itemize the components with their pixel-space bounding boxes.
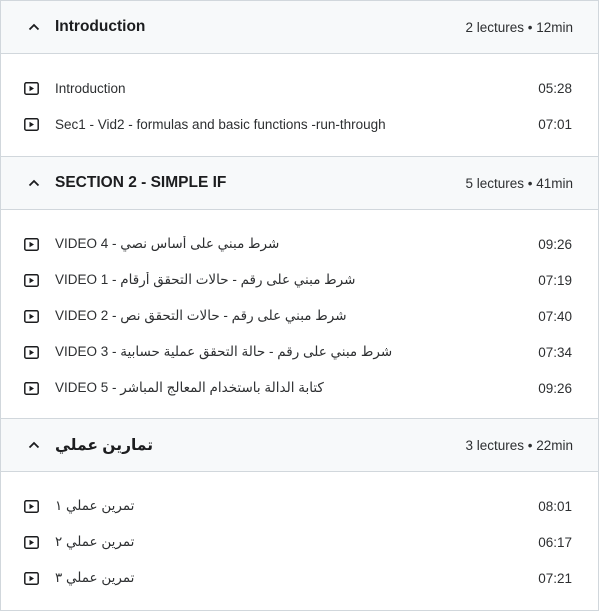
lecture-title: VIDEO 4 - شرط مبني على أساس نصي — [55, 236, 280, 251]
lecture-title: VIDEO 1 - شرط مبني على رقم - حالات التحق… — [55, 272, 356, 287]
section-practical-exercises: تمارين عملي 3 lectures • 22min تمرين عمل… — [1, 418, 598, 596]
video-play-icon — [24, 309, 40, 323]
lecture-item[interactable]: VIDEO 2 - شرط مبني على رقم - حالات التحق… — [1, 298, 598, 334]
video-play-icon — [24, 345, 40, 359]
lecture-item[interactable]: تمرين عملي ٢ 06:17 — [1, 524, 598, 560]
section-title: تمارين عملي — [55, 436, 154, 454]
lecture-item[interactable]: Sec1 - Vid2 - formulas and basic functio… — [1, 106, 598, 142]
lecture-title: تمرين عملي ٣ — [55, 570, 135, 585]
lecture-duration: 07:34 — [538, 344, 572, 360]
lecture-duration: 06:17 — [538, 534, 572, 550]
course-curriculum: Introduction 2 lectures • 12min Introduc… — [0, 0, 599, 611]
chevron-up-icon — [27, 176, 41, 190]
section-simple-if: SECTION 2 - SIMPLE IF 5 lectures • 41min… — [1, 156, 598, 418]
section-meta: 3 lectures • 22min — [465, 437, 573, 453]
lecture-title: تمرين عملي ٢ — [55, 534, 135, 549]
section-meta: 5 lectures • 41min — [465, 175, 573, 191]
video-play-icon — [24, 273, 40, 287]
lecture-list: تمرين عملي ١ 08:01 تمرين عملي ٢ 06:17 تم… — [1, 472, 598, 596]
lecture-title: Introduction — [55, 80, 126, 96]
lecture-item[interactable]: VIDEO 3 - شرط مبني على رقم - حالة التحقق… — [1, 334, 598, 370]
lecture-item[interactable]: تمرين عملي ٣ 07:21 — [1, 560, 598, 596]
lecture-item[interactable]: VIDEO 5 - كتابة الدالة باستخدام المعالج … — [1, 370, 598, 406]
lecture-duration: 07:21 — [538, 570, 572, 586]
video-play-icon — [24, 571, 40, 585]
section-meta: 2 lectures • 12min — [465, 19, 573, 35]
lecture-duration: 07:19 — [538, 272, 572, 288]
lecture-item[interactable]: Introduction 05:28 — [1, 70, 598, 106]
lecture-title: تمرين عملي ١ — [55, 498, 135, 513]
video-play-icon — [24, 499, 40, 513]
lecture-list: VIDEO 4 - شرط مبني على أساس نصي 09:26 VI… — [1, 210, 598, 418]
lecture-duration: 08:01 — [538, 498, 572, 514]
lecture-list: Introduction 05:28 Sec1 - Vid2 - formula… — [1, 54, 598, 156]
lecture-duration: 09:26 — [538, 236, 572, 252]
section-header[interactable]: SECTION 2 - SIMPLE IF 5 lectures • 41min — [1, 157, 598, 210]
lecture-item[interactable]: VIDEO 1 - شرط مبني على رقم - حالات التحق… — [1, 262, 598, 298]
section-introduction: Introduction 2 lectures • 12min Introduc… — [1, 0, 598, 156]
lecture-duration: 07:01 — [538, 116, 572, 132]
lecture-duration: 09:26 — [538, 380, 572, 396]
lecture-item[interactable]: تمرين عملي ١ 08:01 — [1, 488, 598, 524]
lecture-item[interactable]: VIDEO 4 - شرط مبني على أساس نصي 09:26 — [1, 226, 598, 262]
lecture-title: Sec1 - Vid2 - formulas and basic functio… — [55, 116, 386, 132]
video-play-icon — [24, 237, 40, 251]
lecture-duration: 07:40 — [538, 308, 572, 324]
chevron-up-icon — [27, 438, 41, 452]
section-title: SECTION 2 - SIMPLE IF — [55, 174, 227, 191]
lecture-title: VIDEO 5 - كتابة الدالة باستخدام المعالج … — [55, 380, 324, 395]
lecture-title: VIDEO 2 - شرط مبني على رقم - حالات التحق… — [55, 308, 347, 323]
section-title: Introduction — [55, 18, 146, 35]
lecture-title: VIDEO 3 - شرط مبني على رقم - حالة التحقق… — [55, 344, 393, 359]
video-play-icon — [24, 535, 40, 549]
chevron-up-icon — [27, 20, 41, 34]
video-play-icon — [24, 381, 40, 395]
section-header[interactable]: تمارين عملي 3 lectures • 22min — [1, 419, 598, 472]
video-play-icon — [24, 117, 40, 131]
video-play-icon — [24, 81, 40, 95]
lecture-duration: 05:28 — [538, 80, 572, 96]
section-header[interactable]: Introduction 2 lectures • 12min — [1, 1, 598, 54]
